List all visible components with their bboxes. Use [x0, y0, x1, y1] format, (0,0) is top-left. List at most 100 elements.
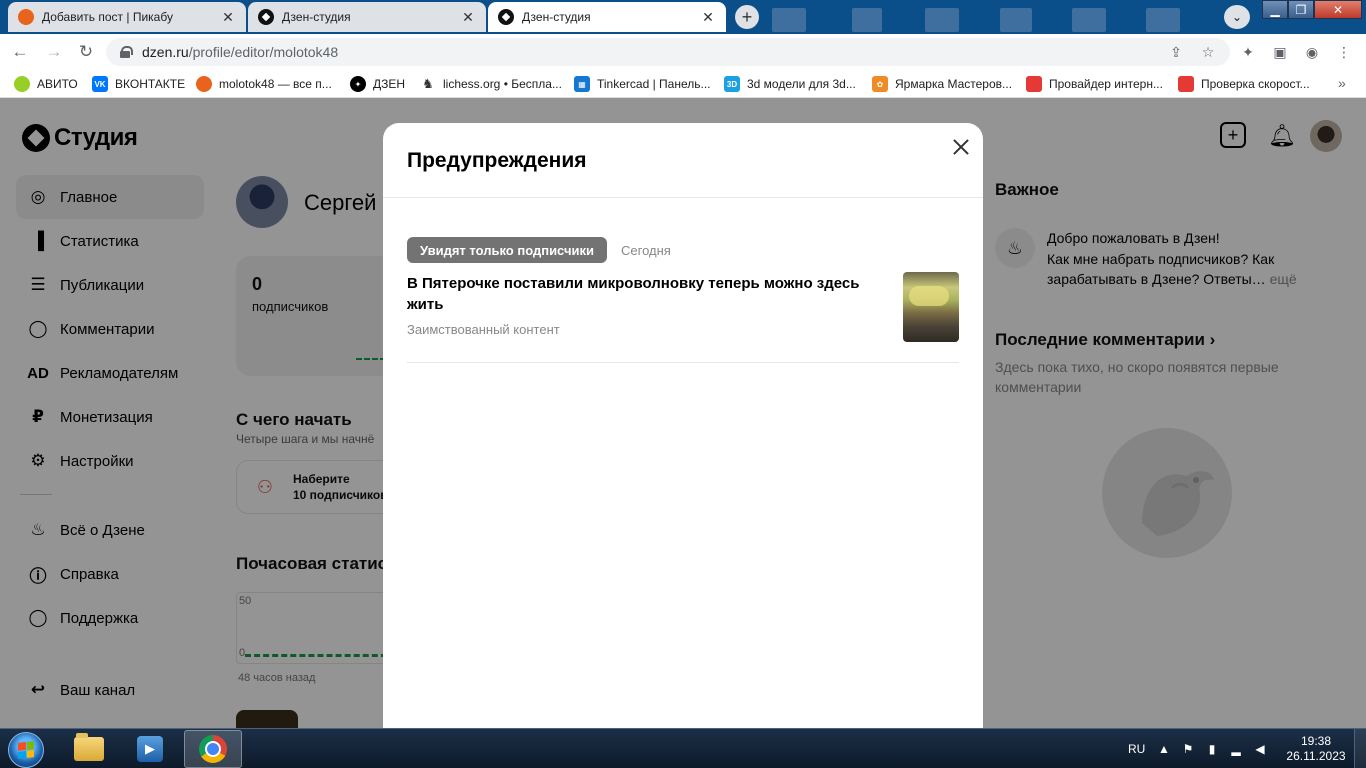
- start-button[interactable]: [8, 732, 44, 768]
- bookmark-label: lichess.org • Беспла...: [443, 77, 562, 91]
- windows-logo-icon: [18, 741, 34, 759]
- tab-zen-studio-active[interactable]: Дзен-студия ✕: [488, 2, 726, 32]
- tab-title: Дзен-студия: [282, 10, 351, 24]
- background-window: [925, 8, 959, 32]
- bookmark-label: 3d модели для 3d...: [747, 77, 856, 91]
- language-indicator[interactable]: RU: [1128, 729, 1145, 768]
- warning-separator: [407, 362, 959, 363]
- background-window: [772, 8, 806, 32]
- bookmark-label: molotok48 — все п...: [219, 77, 332, 91]
- close-window-button[interactable]: ✕: [1314, 0, 1362, 19]
- menu-icon[interactable]: ⋮: [1332, 40, 1356, 64]
- media-player-icon: ▶: [137, 736, 163, 762]
- zen-icon: [258, 9, 274, 25]
- bookmark-speedtest[interactable]: Проверка скорост...: [1178, 75, 1310, 93]
- bookmark-zen[interactable]: ✦ ДЗЕН: [350, 75, 405, 93]
- livemaster-icon: ✿: [872, 76, 888, 92]
- show-desktop-button[interactable]: [1354, 729, 1366, 768]
- bookmark-avito[interactable]: АВИТО: [14, 75, 78, 93]
- action-center-flag-icon[interactable]: ⚑: [1180, 741, 1196, 757]
- vk-icon: VK: [92, 76, 108, 92]
- close-icon[interactable]: [947, 133, 975, 161]
- maximize-button[interactable]: ❐: [1288, 0, 1314, 19]
- minimize-button[interactable]: ▁: [1262, 0, 1288, 19]
- speedtest-icon: [1178, 76, 1194, 92]
- extensions-icon[interactable]: ✦: [1236, 40, 1260, 64]
- bookmarks-overflow-icon[interactable]: »: [1338, 75, 1346, 91]
- browser-tab-strip: Добавить пост | Пикабу ✕ Дзен-студия ✕ Д…: [0, 0, 1366, 34]
- folder-icon: [74, 733, 104, 761]
- close-tab-icon[interactable]: ✕: [460, 9, 476, 26]
- bookmark-label: Проверка скорост...: [1201, 77, 1310, 91]
- close-tab-icon[interactable]: ✕: [220, 9, 236, 26]
- bookmark-provider[interactable]: Провайдер интерн...: [1026, 75, 1163, 93]
- bookmark-lichess[interactable]: ♞ lichess.org • Беспла...: [420, 75, 562, 93]
- lock-icon: [120, 46, 133, 58]
- modal-divider: [383, 197, 983, 198]
- share-icon[interactable]: ⇪: [1164, 40, 1188, 64]
- show-hidden-icons-icon[interactable]: ▲: [1156, 741, 1172, 757]
- warning-publication-title[interactable]: В Пятерочке поставили микроволновку тепе…: [407, 273, 887, 315]
- bookmark-label: Провайдер интерн...: [1049, 77, 1163, 91]
- visibility-badge: Увидят только подписчики: [407, 237, 607, 263]
- bookmark-star-icon[interactable]: ☆: [1196, 40, 1220, 64]
- 3d-icon: 3D: [724, 76, 740, 92]
- taskbar-chrome[interactable]: [184, 730, 242, 768]
- clock-date: 26.11.2023: [1286, 749, 1346, 763]
- bookmark-label: АВИТО: [37, 77, 78, 91]
- reload-icon[interactable]: ↻: [74, 40, 98, 64]
- volume-icon[interactable]: ◀: [1252, 741, 1268, 757]
- new-tab-button[interactable]: +: [735, 5, 759, 29]
- tab-zen-studio[interactable]: Дзен-студия ✕: [248, 2, 486, 32]
- pikabu-icon: [18, 9, 34, 25]
- tab-title: Дзен-студия: [522, 10, 591, 24]
- browser-toolbar: ← → ↻ dzen.ru/profile/editor/molotok48 ⇪…: [0, 34, 1366, 70]
- forward-icon[interactable]: →: [42, 40, 66, 64]
- bookmark-3d-models[interactable]: 3D 3d модели для 3d...: [724, 75, 856, 93]
- close-tab-icon[interactable]: ✕: [700, 9, 716, 26]
- bookmark-label: ВКОНТАКТЕ: [115, 77, 186, 91]
- battery-icon[interactable]: ▮: [1204, 741, 1220, 757]
- url-path: /profile/editor/molotok48: [188, 44, 339, 60]
- network-signal-icon[interactable]: ▂: [1228, 741, 1244, 757]
- lichess-icon: ♞: [420, 76, 436, 92]
- background-window: [1000, 8, 1032, 32]
- zen-icon: [498, 9, 514, 25]
- bookmark-livemaster[interactable]: ✿ Ярмарка Мастеров...: [872, 75, 1012, 93]
- bookmark-label: Tinkercad | Панель...: [597, 77, 711, 91]
- chrome-icon: [199, 735, 227, 763]
- url-host: dzen.ru: [142, 44, 189, 60]
- pikabu-icon: [196, 76, 212, 92]
- tinkercad-icon: ▦: [574, 76, 590, 92]
- tab-search-icon[interactable]: ⌄: [1224, 5, 1250, 29]
- bookmark-label: ДЗЕН: [373, 77, 406, 91]
- bookmark-molotok48[interactable]: molotok48 — все п...: [196, 75, 332, 93]
- background-window: [1146, 8, 1180, 32]
- background-window: [852, 8, 882, 32]
- bookmark-tinkercad[interactable]: ▦ Tinkercad | Панель...: [574, 75, 710, 93]
- tab-title: Добавить пост | Пикабу: [42, 10, 173, 24]
- bookmark-vk[interactable]: VK ВКОНТАКТЕ: [92, 75, 185, 93]
- side-panel-icon[interactable]: ▣: [1268, 40, 1292, 64]
- studio-page: Студия ◎ Главное ▐ Статистика ☰ Публикац…: [0, 98, 1366, 728]
- warning-reason: Заимствованный контент: [407, 322, 560, 337]
- windows-taskbar: ▶ RU ▲ ⚑ ▮ ▂ ◀ 19:38 26.11.2023: [0, 728, 1366, 768]
- background-window: [1072, 8, 1106, 32]
- back-icon[interactable]: ←: [8, 40, 32, 64]
- taskbar-media-player[interactable]: ▶: [121, 730, 179, 768]
- tab-pikabu[interactable]: Добавить пост | Пикабу ✕: [8, 2, 246, 32]
- taskbar-explorer[interactable]: [60, 730, 118, 768]
- taskbar-clock[interactable]: 19:38 26.11.2023: [1286, 734, 1346, 764]
- address-bar[interactable]: dzen.ru/profile/editor/molotok48: [106, 38, 1230, 66]
- warning-date: Сегодня: [621, 243, 671, 258]
- warnings-modal: Предупреждения Увидят только подписчики …: [383, 123, 983, 728]
- bookmarks-bar: АВИТО VK ВКОНТАКТЕ molotok48 — все п... …: [0, 70, 1366, 98]
- clock-time: 19:38: [1300, 734, 1332, 748]
- zen-icon: ✦: [350, 76, 366, 92]
- provider-icon: [1026, 76, 1042, 92]
- profile-icon[interactable]: ◉: [1300, 40, 1324, 64]
- bookmark-label: Ярмарка Мастеров...: [895, 77, 1013, 91]
- warning-publication-thumbnail[interactable]: [903, 272, 959, 342]
- avito-icon: [14, 76, 30, 92]
- modal-title: Предупреждения: [407, 149, 587, 172]
